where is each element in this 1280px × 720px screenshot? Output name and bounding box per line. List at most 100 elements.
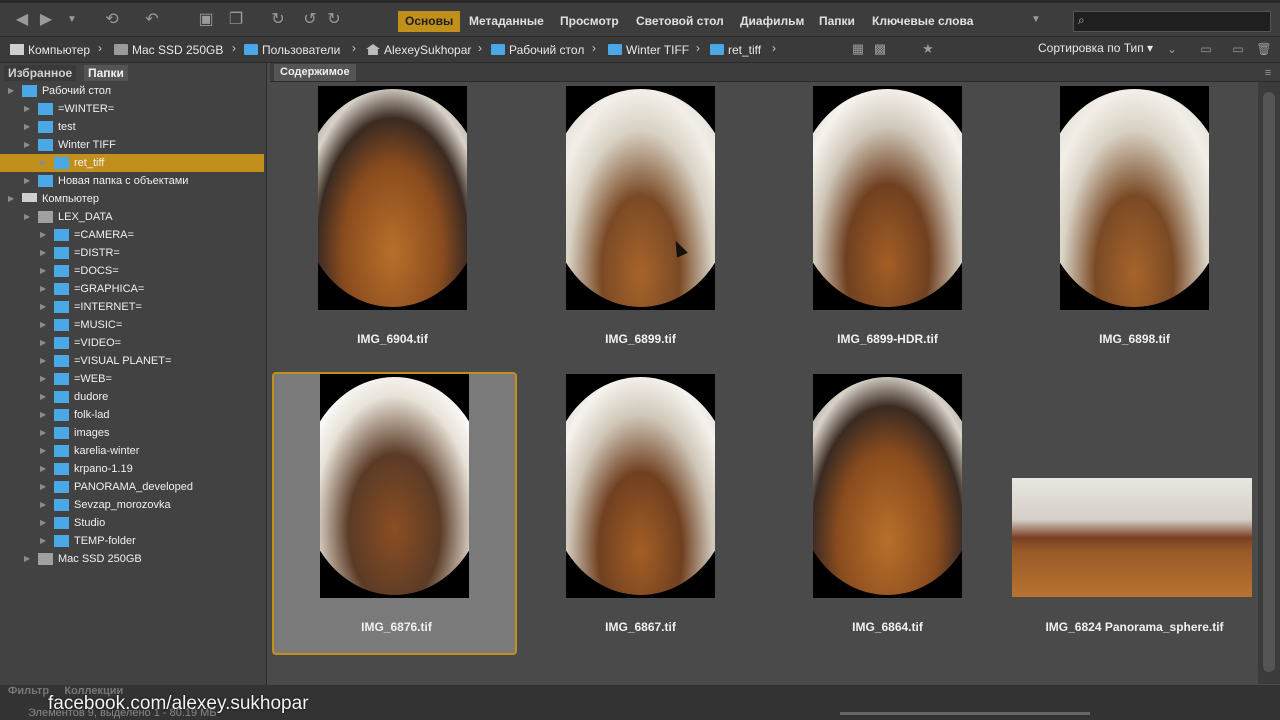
tree-item[interactable]: ▶ Winter TIFF: [0, 136, 264, 154]
workspace-tab-basics[interactable]: Основы: [398, 11, 461, 32]
tree-item[interactable]: ▶ Компьютер: [0, 190, 264, 208]
file-thumbnail-cell[interactable]: IMG_6898.tif: [1012, 82, 1257, 365]
search-input[interactable]: ⌕: [1073, 11, 1271, 32]
tree-item[interactable]: ▶ =GRAPHICA=: [0, 280, 264, 298]
panorama-thumbnail[interactable]: [1012, 478, 1252, 597]
content-scrollbar[interactable]: [1258, 82, 1280, 684]
workspace-tab-metadata[interactable]: Метаданные: [469, 11, 544, 32]
file-thumbnail-cell[interactable]: IMG_6899-HDR.tif: [765, 82, 1010, 365]
tab-filter[interactable]: Фильтр: [8, 685, 49, 697]
workspace-tab-keywords[interactable]: Ключевые слова: [872, 11, 973, 32]
disclosure-triangle-icon[interactable]: ▶: [24, 136, 30, 154]
file-thumbnail-cell[interactable]: IMG_6867.tif: [518, 370, 763, 653]
image-thumbnail[interactable]: [566, 86, 715, 310]
forward-icon[interactable]: ▶: [36, 10, 56, 30]
recent-icon[interactable]: ⟲: [102, 10, 122, 30]
back-icon[interactable]: ◀: [12, 10, 32, 30]
breadcrumb-users[interactable]: Пользователи: [244, 41, 340, 59]
file-thumbnail-cell[interactable]: IMG_6876.tif: [272, 372, 517, 655]
tree-item[interactable]: ▶ Рабочий стол: [0, 82, 264, 100]
disclosure-triangle-icon[interactable]: ▶: [40, 352, 46, 370]
image-thumbnail[interactable]: [813, 86, 962, 310]
disclosure-triangle-icon[interactable]: ▶: [24, 100, 30, 118]
breadcrumb-computer[interactable]: Компьютер: [10, 41, 90, 59]
breadcrumb-ret-tiff[interactable]: ret_tiff: [710, 41, 761, 59]
disclosure-triangle-icon[interactable]: ▶: [40, 478, 46, 496]
disclosure-triangle-icon[interactable]: ▶: [40, 262, 46, 280]
tab-content[interactable]: Содержимое: [274, 64, 356, 81]
disclosure-triangle-icon[interactable]: ▶: [24, 208, 30, 226]
tree-item[interactable]: ▶ =WINTER=: [0, 100, 264, 118]
history-dropdown-icon[interactable]: ▼: [62, 10, 82, 30]
tree-item[interactable]: ▶ Новая папка с объектами: [0, 172, 264, 190]
new-folder-icon[interactable]: ▭: [1228, 39, 1248, 59]
disclosure-triangle-icon[interactable]: ▶: [40, 514, 46, 532]
tree-item[interactable]: ▶ ret_tiff: [0, 154, 264, 172]
tree-item[interactable]: ▶ karelia-winter: [0, 442, 264, 460]
disclosure-triangle-icon[interactable]: ▶: [40, 280, 46, 298]
tree-item[interactable]: ▶ Mac SSD 250GB: [0, 550, 264, 568]
image-thumbnail[interactable]: [318, 86, 467, 310]
tree-item[interactable]: ▶ =DOCS=: [0, 262, 264, 280]
disclosure-triangle-icon[interactable]: ▶: [40, 460, 46, 478]
file-thumbnail-cell[interactable]: IMG_6899.tif: [518, 82, 763, 365]
workspace-tab-preview[interactable]: Просмотр: [560, 11, 619, 32]
workspace-menu-icon[interactable]: ▼: [1026, 10, 1046, 30]
disclosure-triangle-icon[interactable]: ▶: [40, 406, 46, 424]
disclosure-triangle-icon[interactable]: ▶: [24, 118, 30, 136]
thumbnail-size-slider[interactable]: [840, 712, 1090, 715]
tree-item[interactable]: ▶ PANORAMA_developed: [0, 478, 264, 496]
star-filter-icon[interactable]: ★: [918, 39, 938, 59]
boomerang-icon[interactable]: ↶: [142, 10, 162, 30]
file-thumbnail-cell[interactable]: IMG_6824 Panorama_sphere.tif: [1012, 370, 1257, 653]
disclosure-triangle-icon[interactable]: ▶: [24, 172, 30, 190]
disclosure-triangle-icon[interactable]: ▶: [40, 316, 46, 334]
disclosure-triangle-icon[interactable]: ▶: [40, 442, 46, 460]
disclosure-triangle-icon[interactable]: ▶: [40, 370, 46, 388]
quality-icon[interactable]: ▦: [848, 39, 868, 59]
tab-favorites[interactable]: Избранное: [4, 65, 77, 81]
tree-item[interactable]: ▶ Studio: [0, 514, 264, 532]
redo-icon[interactable]: ↻: [324, 10, 344, 30]
tree-item[interactable]: ▶ dudore: [0, 388, 264, 406]
disclosure-triangle-icon[interactable]: ▶: [8, 190, 14, 208]
file-thumbnail-cell[interactable]: IMG_6904.tif: [270, 82, 515, 365]
tree-item[interactable]: ▶ LEX_DATA: [0, 208, 264, 226]
disclosure-triangle-icon[interactable]: ▶: [40, 388, 46, 406]
breadcrumb-winter-tiff[interactable]: Winter TIFF: [608, 41, 689, 59]
tab-folders[interactable]: Папки: [84, 65, 128, 81]
tree-item[interactable]: ▶ =VIDEO=: [0, 334, 264, 352]
panel-menu-icon[interactable]: ≡: [1258, 63, 1278, 83]
workspace-tab-filmstrip[interactable]: Диафильм: [740, 11, 804, 32]
breadcrumb-desktop[interactable]: Рабочий стол: [491, 41, 584, 59]
tree-item[interactable]: ▶ TEMP-folder: [0, 532, 264, 550]
copy-icon[interactable]: ❐: [226, 10, 246, 30]
disclosure-triangle-icon[interactable]: ▶: [40, 226, 46, 244]
disclosure-triangle-icon[interactable]: ▶: [40, 334, 46, 352]
disclosure-triangle-icon[interactable]: ▶: [40, 424, 46, 442]
image-thumbnail[interactable]: [566, 374, 715, 598]
breadcrumb-user-home[interactable]: AlexeySukhopar: [366, 41, 471, 59]
sort-dropdown[interactable]: Сортировка по Тип ▾: [1038, 41, 1153, 55]
tree-item[interactable]: ▶ =INTERNET=: [0, 298, 264, 316]
image-thumbnail[interactable]: [320, 374, 469, 598]
disclosure-triangle-icon[interactable]: ▶: [24, 550, 30, 568]
disclosure-triangle-icon[interactable]: ▶: [40, 298, 46, 316]
tree-item[interactable]: ▶ =DISTR=: [0, 244, 264, 262]
disclosure-triangle-icon[interactable]: ▶: [40, 532, 46, 550]
delete-icon[interactable]: 🗑: [1254, 39, 1274, 59]
workspace-tab-lighttable[interactable]: Световой стол: [636, 11, 724, 32]
disclosure-triangle-icon[interactable]: ▶: [40, 244, 46, 262]
tree-item[interactable]: ▶ test: [0, 118, 264, 136]
scroll-thumb[interactable]: [1263, 92, 1275, 672]
sort-order-icon[interactable]: ⌄: [1162, 39, 1182, 59]
rotate-icon[interactable]: ↻: [268, 10, 288, 30]
tree-item[interactable]: ▶ =WEB=: [0, 370, 264, 388]
tree-item[interactable]: ▶ =VISUAL PLANET=: [0, 352, 264, 370]
image-thumbnail[interactable]: [813, 374, 962, 598]
tree-item[interactable]: ▶ folk-lad: [0, 406, 264, 424]
disclosure-triangle-icon[interactable]: ▶: [40, 154, 46, 172]
image-thumbnail[interactable]: [1060, 86, 1209, 310]
tree-item[interactable]: ▶ images: [0, 424, 264, 442]
disclosure-triangle-icon[interactable]: ▶: [8, 82, 14, 100]
